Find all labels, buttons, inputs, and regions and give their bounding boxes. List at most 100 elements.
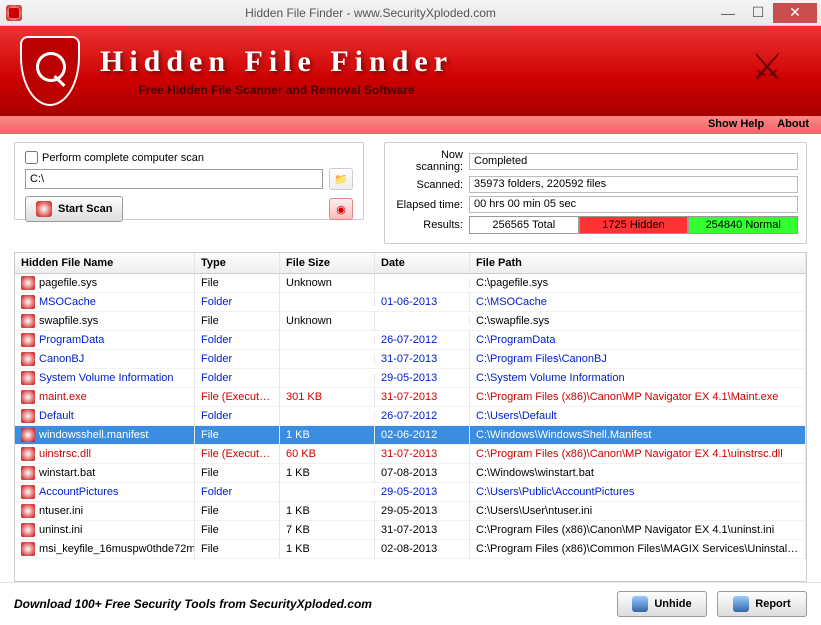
cell-size [280,355,375,363]
col-type[interactable]: Type [195,253,280,273]
file-icon [21,504,35,518]
file-icon [21,295,35,309]
cell-date: 26-07-2012 [375,330,470,350]
file-icon [21,371,35,385]
cell-name: MSOCache [39,296,96,308]
cell-type: File [195,539,280,559]
file-icon [21,485,35,499]
folder-icon: 📁 [334,173,348,186]
cell-date: 31-07-2013 [375,387,470,407]
cell-size: Unknown [280,274,375,293]
cell-date: 29-05-2013 [375,501,470,521]
app-icon [6,5,22,21]
results-normal: 254840 Normal [688,216,798,234]
app-subtitle: Free Hidden File Scanner and Removal Sof… [100,83,453,97]
about-link[interactable]: About [777,118,809,130]
report-button[interactable]: Report [717,591,807,617]
file-icon [21,352,35,366]
col-name[interactable]: Hidden File Name [15,253,195,273]
cell-name: ntuser.ini [39,505,83,517]
cell-size [280,374,375,382]
grid-body[interactable]: pagefile.sysFileUnknownC:\pagefile.sysMS… [15,274,806,580]
maximize-button[interactable]: ☐ [743,3,773,23]
cell-date: 31-07-2013 [375,349,470,369]
cell-name: windowsshell.manifest [39,429,148,441]
start-scan-button[interactable]: Start Scan [25,196,123,222]
complete-scan-checkbox[interactable]: Perform complete computer scan [25,151,353,164]
cell-date: 31-07-2013 [375,520,470,540]
complete-scan-checkbox-input[interactable] [25,151,38,164]
cell-type: Folder [195,482,280,502]
col-size[interactable]: File Size [280,253,375,273]
cell-type: Folder [195,292,280,312]
file-icon [21,409,35,423]
cell-date: 07-08-2013 [375,463,470,483]
cell-date: 29-05-2013 [375,482,470,502]
cell-type: Folder [195,406,280,426]
cell-date: 29-05-2013 [375,368,470,388]
cell-name: Default [39,410,74,422]
cell-type: Folder [195,349,280,369]
cell-path: C:\swapfile.sys [470,311,806,331]
cell-name: swapfile.sys [39,315,98,327]
footer: Download 100+ Free Security Tools from S… [0,582,821,625]
results-label: Results: [393,219,469,231]
table-row[interactable]: msi_keyfile_16muspw0thde72ma2aFile1 KB02… [15,540,806,559]
footer-text[interactable]: Download 100+ Free Security Tools from S… [14,597,372,611]
cell-name: CanonBJ [39,353,84,365]
report-icon [733,596,749,612]
cell-name: msi_keyfile_16muspw0thde72ma2a [39,543,195,555]
close-button[interactable]: ✕ [773,3,817,23]
now-scanning-label: Now scanning: [393,149,469,173]
cell-name: AccountPictures [39,486,118,498]
cell-type: File [195,274,280,293]
cell-size: 301 KB [280,387,375,407]
grid-header[interactable]: Hidden File Name Type File Size Date Fil… [15,253,806,274]
unhide-icon [632,596,648,612]
shield-logo-icon [20,36,80,106]
elapsed-label: Elapsed time: [393,199,469,211]
cell-path: C:\Program Files (x86)\Common Files\MAGI… [470,539,806,559]
cell-date: 26-07-2012 [375,406,470,426]
cell-path: C:\Program Files (x86)\Canon\MP Navigato… [470,444,806,464]
file-icon [21,390,35,404]
cell-type: Folder [195,368,280,388]
cell-size: 1 KB [280,539,375,559]
complete-scan-label: Perform complete computer scan [42,152,204,164]
cell-date: 02-08-2013 [375,539,470,559]
cell-size: 1 KB [280,425,375,445]
cell-path: C:\Program Files (x86)\Canon\MP Navigato… [470,387,806,407]
cell-type: Folder [195,330,280,350]
scanned-value: 35973 folders, 220592 files [469,176,798,193]
cell-path: C:\ProgramData [470,330,806,350]
cell-type: File [195,501,280,521]
cell-path: C:\Users\User\ntuser.ini [470,501,806,521]
cell-path: C:\Program Files (x86)\Canon\MP Navigato… [470,520,806,540]
cell-date [375,279,470,287]
file-icon [21,447,35,461]
cell-path: C:\Program Files\CanonBJ [470,349,806,369]
cell-path: C:\Users\Default [470,406,806,426]
cell-type: File [195,311,280,331]
cell-type: File [195,520,280,540]
cell-type: File (Executable) [195,444,280,464]
show-help-link[interactable]: Show Help [708,118,764,130]
col-date[interactable]: Date [375,253,470,273]
cell-type: File [195,425,280,445]
window-title: Hidden File Finder - www.SecurityXploded… [28,6,713,20]
col-path[interactable]: File Path [470,253,806,273]
cell-name: maint.exe [39,391,87,403]
browse-folder-button[interactable]: 📁 [329,168,353,190]
cell-path: C:\Windows\winstart.bat [470,463,806,483]
banner: Hidden File Finder Free Hidden File Scan… [0,26,821,116]
unhide-button[interactable]: Unhide [617,591,707,617]
scan-path-input[interactable] [25,169,323,189]
stop-scan-button[interactable]: ◉ [329,198,353,220]
cell-size [280,488,375,496]
cell-size [280,412,375,420]
cell-type: File (Executable) [195,387,280,407]
file-icon [21,523,35,537]
scanned-label: Scanned: [393,179,469,191]
cell-size: 1 KB [280,463,375,483]
minimize-button[interactable]: — [713,3,743,23]
